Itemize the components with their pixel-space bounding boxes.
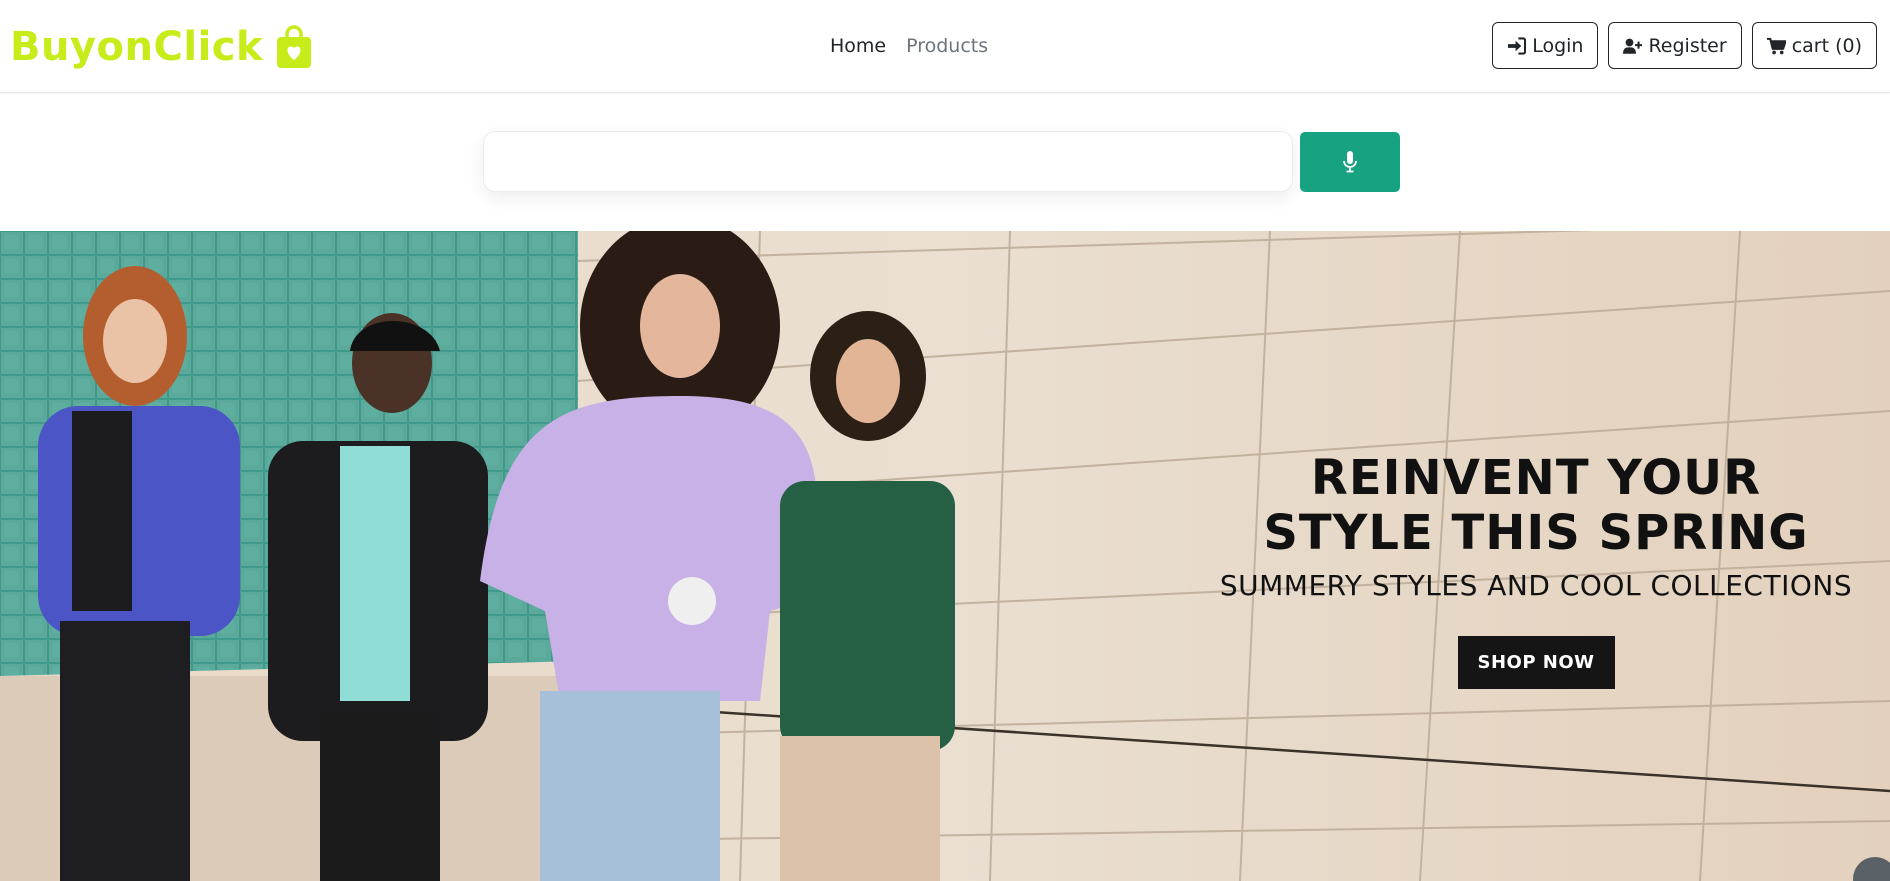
login-button[interactable]: Login <box>1492 22 1599 69</box>
hero-copy: REINVENT YOUR STYLE THIS SPRING SUMMERY … <box>1184 451 1888 689</box>
navbar: BuyonClick Home Products Login Register <box>0 0 1890 93</box>
hero-headline-line2: STYLE THIS SPRING <box>1263 505 1809 561</box>
nav-link-products[interactable]: Products <box>906 30 988 62</box>
nav-buttons: Login Register cart (0) <box>1492 22 1877 69</box>
user-plus-icon <box>1623 38 1643 54</box>
hero-subheadline: SUMMERY STYLES AND COOL COLLECTIONS <box>1219 569 1853 602</box>
microphone-icon <box>1343 151 1357 173</box>
cart-label: cart (0) <box>1791 34 1862 57</box>
register-button[interactable]: Register <box>1608 22 1742 69</box>
nav-link-home[interactable]: Home <box>830 30 886 62</box>
login-label: Login <box>1532 34 1584 57</box>
hero-banner: REINVENT YOUR STYLE THIS SPRING SUMMERY … <box>0 231 1890 881</box>
cart-button[interactable]: cart (0) <box>1751 22 1877 69</box>
sign-in-icon <box>1508 36 1527 55</box>
shopping-bag-heart-icon <box>277 25 312 68</box>
main-nav: Home Products <box>830 30 988 62</box>
brand-logo[interactable]: BuyonClick <box>10 22 313 72</box>
voice-search-button[interactable] <box>1300 132 1400 192</box>
shop-now-button[interactable]: SHOP NOW <box>1457 636 1615 689</box>
search-input[interactable] <box>483 131 1293 192</box>
brand-name: BuyonClick <box>10 24 264 70</box>
register-label: Register <box>1648 34 1727 57</box>
hero-headline-line1: REINVENT YOUR <box>1310 450 1762 506</box>
cart-icon <box>1766 37 1786 54</box>
